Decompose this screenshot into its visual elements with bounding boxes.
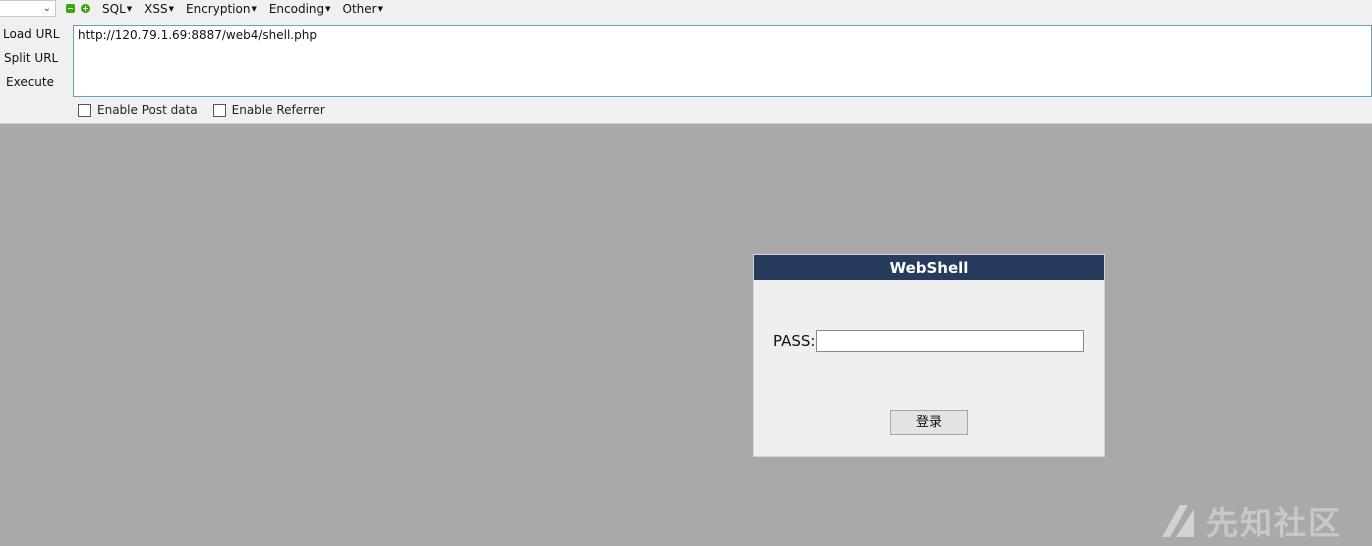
caret-icon: ▼ — [168, 4, 174, 13]
caret-icon: ▼ — [251, 4, 257, 13]
referrer-label: Enable Referrer — [231, 103, 325, 117]
plus-icon[interactable] — [81, 4, 90, 13]
caret-icon: ▼ — [377, 4, 383, 13]
load-url-button[interactable]: Load URL — [0, 22, 62, 46]
watermark: 先知社区 — [1158, 498, 1342, 544]
post-data-checkbox[interactable] — [78, 103, 91, 117]
login-button[interactable]: 登录 — [890, 410, 968, 435]
enable-post-data-option[interactable]: Enable Post data — [78, 103, 198, 117]
hackbar-side-buttons: Load URL Split URL Execute — [0, 22, 62, 94]
hackbar-dropdown[interactable]: ⌄ — [0, 0, 56, 17]
enable-referrer-option[interactable]: Enable Referrer — [212, 103, 325, 117]
menu-encryption[interactable]: Encryption ▼ — [186, 2, 257, 16]
menu-xss[interactable]: XSS ▼ — [144, 2, 174, 16]
hackbar-menu: SQL ▼ XSS ▼ Encryption ▼ Encoding ▼ Other ▼ — [66, 0, 389, 17]
menu-other[interactable]: Other ▼ — [343, 2, 383, 16]
pass-row: PASS: — [773, 330, 1085, 352]
execute-button[interactable]: Execute — [0, 70, 62, 94]
caret-icon: ▼ — [126, 4, 133, 13]
watermark-text: 先知社区 — [1206, 504, 1343, 542]
split-url-button[interactable]: Split URL — [0, 46, 62, 70]
pass-label: PASS: — [773, 332, 816, 350]
hackbar-options: Enable Post data Enable Referrer — [78, 103, 340, 117]
post-data-label: Enable Post data — [97, 103, 198, 117]
webshell-login-box: WebShell PASS: 登录 — [753, 254, 1105, 457]
minus-icon[interactable] — [66, 4, 75, 13]
caret-icon: ▼ — [325, 4, 331, 13]
menu-sql[interactable]: SQL ▼ — [102, 2, 132, 16]
chevron-down-icon: ⌄ — [42, 3, 51, 14]
xianzhi-logo-icon — [1162, 505, 1194, 537]
hackbar-toolbar: ⌄ SQL ▼ XSS ▼ Encryption ▼ Encoding ▼ Other ▼… — [0, 0, 1372, 124]
login-title: WebShell — [754, 255, 1104, 280]
url-textarea[interactable]: http://120.79.1.69:8887/web4/shell.php — [73, 25, 1372, 97]
referrer-checkbox[interactable] — [212, 103, 226, 117]
password-input[interactable] — [816, 330, 1085, 352]
menu-encoding[interactable]: Encoding ▼ — [269, 2, 331, 16]
